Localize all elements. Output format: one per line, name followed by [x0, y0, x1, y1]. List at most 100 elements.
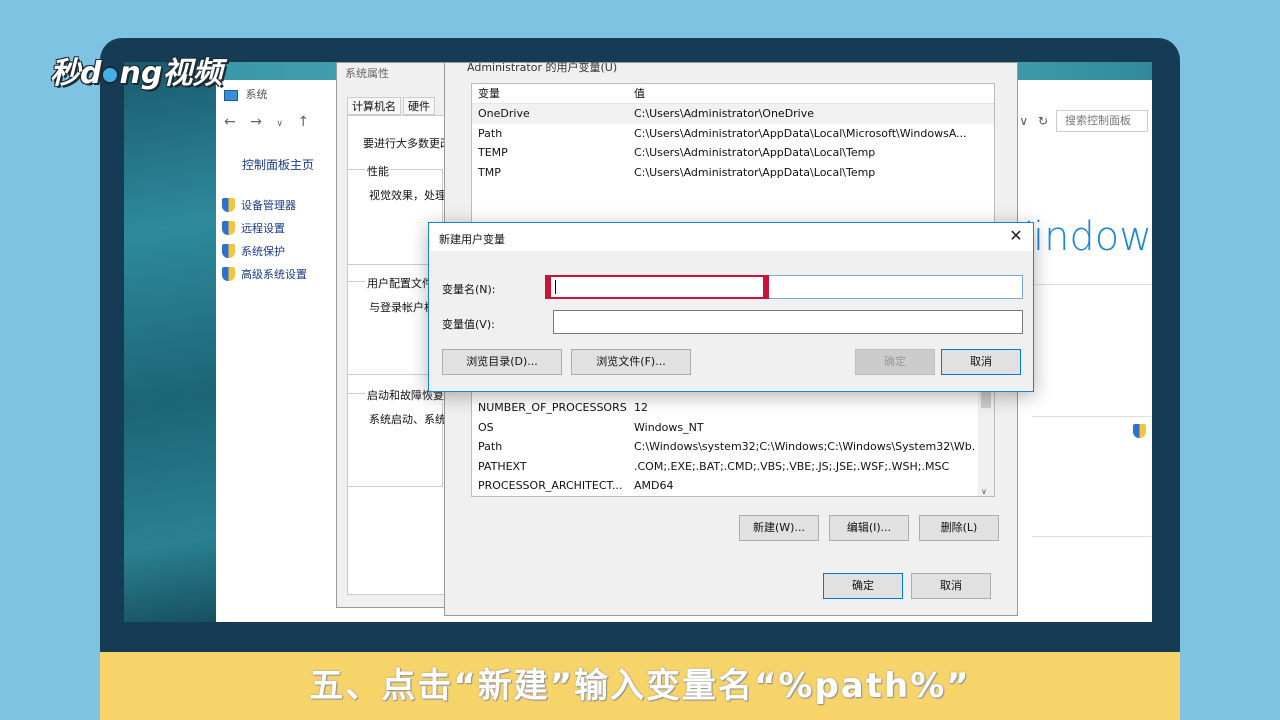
performance-description: 视觉效果，处理	[369, 189, 446, 202]
list-item[interactable]: OS Windows_NT	[472, 418, 994, 438]
variable-name: OS	[478, 420, 494, 434]
user-variables-label: Administrator 的用户变量(U)	[467, 62, 618, 74]
variable-name: PATHEXT	[478, 459, 527, 473]
system-variables-list[interactable]: NUMBER_OF_PROCESSORS 12 OS Windows_NT Pa…	[471, 381, 995, 497]
variable-value: .COM;.EXE;.BAT;.CMD;.VBS;.VBE;.JS;.JSE;.…	[634, 459, 950, 473]
list-item[interactable]: TMP C:\Users\Administrator\AppData\Local…	[472, 163, 994, 183]
system-window-title-text: 系统	[245, 88, 268, 101]
env-ok-button[interactable]: 确定	[823, 573, 903, 599]
task-pane: 控制面板主页 设备管理器 远程设置 系统保护 高级系统设置	[222, 156, 314, 285]
task-link-advanced-settings[interactable]: 高级系统设置	[222, 262, 314, 285]
shield-icon	[222, 243, 235, 258]
variable-value: C:\Users\Administrator\OneDrive	[634, 107, 815, 120]
up-arrow-icon[interactable]: ↑	[297, 114, 309, 130]
startup-recovery-description: 系统启动、系统	[369, 413, 446, 426]
variable-value: C:\Users\Administrator\AppData\Local\Mic…	[634, 126, 967, 140]
variable-value-label: 变量值(V):	[442, 318, 495, 331]
task-link-label: 设备管理器	[241, 198, 296, 212]
shield-icon	[222, 197, 235, 212]
address-dropdown-icon[interactable]: ∨	[1019, 114, 1028, 128]
system-window-title: 系统	[224, 86, 268, 102]
system-properties-title: 系统属性	[345, 67, 389, 80]
control-panel-home-link[interactable]: 控制面板主页	[242, 156, 314, 173]
shield-icon	[1133, 424, 1146, 438]
variable-name: NUMBER_OF_PROCESSORS	[478, 401, 627, 414]
variable-name-label: 变量名(N):	[442, 283, 496, 296]
dialog-titlebar: 新建用户变量 ✕	[429, 223, 1033, 251]
variable-value: 12	[634, 401, 648, 414]
list-item[interactable]: Path C:\Windows\system32;C:\Windows;C:\W…	[472, 437, 994, 457]
column-header-name[interactable]: 变量	[472, 84, 628, 103]
list-item[interactable]: Path C:\Users\Administrator\AppData\Loca…	[472, 124, 994, 144]
highlight-box	[545, 275, 769, 299]
delete-system-variable-button[interactable]: 删除(L)	[919, 515, 999, 541]
tab-computer-name[interactable]: 计算机名	[347, 97, 401, 115]
browse-file-button[interactable]: 浏览文件(F)...	[571, 349, 691, 375]
task-link-system-protection[interactable]: 系统保护	[222, 239, 314, 262]
new-var-cancel-button[interactable]: 取消	[941, 349, 1021, 375]
caption-text: 五、点击“新建”输入变量名“%path%”	[309, 666, 971, 706]
variable-name: TMP	[478, 165, 501, 179]
control-panel-search-input[interactable]: 搜索控制面板	[1056, 110, 1148, 132]
new-var-ok-button[interactable]: 确定	[855, 349, 935, 375]
variable-value: AMD64	[634, 479, 674, 492]
new-system-variable-button[interactable]: 新建(W)...	[739, 515, 819, 541]
address-controls: ∨ ↻	[1019, 114, 1048, 128]
edit-system-variable-button[interactable]: 编辑(I)...	[829, 515, 909, 541]
variable-value: C:\Users\Administrator\AppData\Local\Tem…	[634, 146, 876, 159]
variable-name: OneDrive	[478, 107, 530, 120]
variable-value: C:\Windows\system32;C:\Windows;C:\Window…	[634, 440, 974, 453]
vertical-scrollbar[interactable]: ∨	[978, 382, 994, 496]
back-arrow-icon[interactable]: ←	[224, 114, 236, 130]
scrollbar-thumb[interactable]	[981, 390, 991, 408]
desktop-wallpaper	[124, 62, 216, 622]
list-item[interactable]: OneDrive C:\Users\Administrator\OneDrive	[472, 104, 994, 124]
variable-value: C:\Users\Administrator\AppData\Local\Tem…	[634, 165, 876, 179]
brand-logo: 秒d ng视频	[50, 48, 222, 92]
scroll-down-icon[interactable]: ∨	[981, 487, 987, 496]
screen: 系统 ← → ∨ ↑ ∨ ↻ 搜索控制面板 控制面板主页 设备管理器 远程设置	[124, 62, 1152, 622]
dialog-title: 新建用户变量	[439, 233, 505, 246]
divider	[1032, 284, 1152, 285]
divider	[1032, 416, 1152, 417]
brand-logo-text: 秒d	[50, 56, 102, 91]
task-link-label: 系统保护	[241, 244, 285, 258]
startup-recovery-group	[347, 393, 443, 487]
shield-icon	[222, 220, 235, 235]
task-link-label: 高级系统设置	[241, 267, 307, 281]
divider	[1032, 536, 1152, 537]
list-item[interactable]: NUMBER_OF_PROCESSORS 12	[472, 398, 994, 418]
close-icon[interactable]: ✕	[1005, 225, 1027, 247]
variable-name: PROCESSOR_ARCHITECT...	[478, 479, 623, 492]
refresh-icon[interactable]: ↻	[1038, 114, 1048, 128]
play-icon	[101, 65, 120, 84]
list-item[interactable]: PROCESSOR_ARCHITECT... AMD64	[472, 476, 994, 496]
performance-group-label: 性能	[365, 163, 391, 179]
list-item[interactable]: TEMP C:\Users\Administrator\AppData\Loca…	[472, 143, 994, 163]
variable-value-input[interactable]	[553, 310, 1023, 334]
variable-value: Windows_NT	[634, 420, 704, 434]
env-cancel-button[interactable]: 取消	[911, 573, 991, 599]
task-link-remote-settings[interactable]: 远程设置	[222, 216, 314, 239]
column-header-value[interactable]: 值	[628, 84, 974, 103]
caption-bar: 五、点击“新建”输入变量名“%path%”	[100, 652, 1180, 720]
task-link-device-manager[interactable]: 设备管理器	[222, 193, 314, 216]
variable-name: Path	[478, 440, 503, 453]
list-item[interactable]: PATHEXT .COM;.EXE;.BAT;.CMD;.VBS;.VBE;.J…	[472, 457, 994, 477]
brand-logo-text: ng视频	[119, 56, 223, 91]
variable-name: TEMP	[478, 146, 508, 159]
forward-arrow-icon[interactable]: →	[250, 114, 262, 130]
computer-icon	[224, 89, 238, 101]
variable-name: Path	[478, 126, 503, 140]
user-variables-list[interactable]: 变量 值 OneDrive C:\Users\Administrator\One…	[471, 83, 995, 223]
task-link-label: 远程设置	[241, 221, 285, 235]
admin-intro-text: 要进行大多数更改	[363, 137, 447, 150]
navigation-bar: ← → ∨ ↑	[224, 114, 319, 130]
tab-hardware[interactable]: 硬件	[403, 97, 435, 115]
shield-icon	[222, 266, 235, 281]
recent-dropdown-icon[interactable]: ∨	[276, 119, 283, 129]
new-user-variable-dialog: 新建用户变量 ✕ 变量名(N): 变量值(V): 浏览目录(D)... 浏览文件…	[428, 222, 1034, 392]
browse-directory-button[interactable]: 浏览目录(D)...	[442, 349, 562, 375]
text-caret	[555, 280, 556, 294]
list-header: 变量 值	[472, 84, 994, 104]
